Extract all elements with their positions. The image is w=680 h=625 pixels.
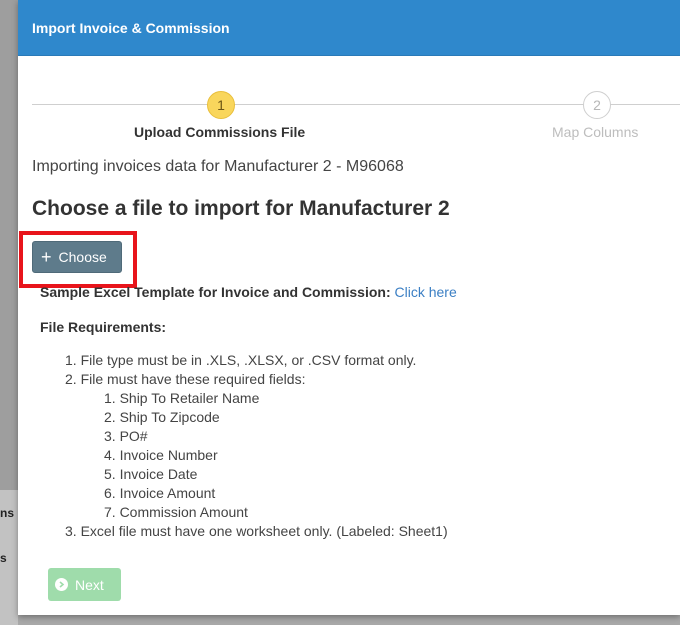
page-heading: Choose a file to import for Manufacturer… [32, 197, 450, 220]
next-button[interactable]: Next [48, 568, 121, 601]
required-field-item: 4. Invoice Number [104, 447, 218, 463]
requirement-item: 2. File must have these required fields: [65, 371, 306, 387]
step-number: 1 [207, 91, 235, 119]
modal-header: Import Invoice & Commission [18, 0, 680, 56]
choose-button-label: Choose [58, 249, 107, 265]
requirements-list: 1. File type must be in .XLS, .XLSX, or … [65, 351, 448, 541]
required-field-item: 3. PO# [104, 428, 148, 444]
sample-template-line: Sample Excel Template for Invoice and Co… [40, 284, 457, 300]
sample-template-label: Sample Excel Template for Invoice and Co… [40, 284, 391, 300]
required-field-item: 2. Ship To Zipcode [104, 409, 220, 425]
step-label-upload: Upload Commissions File [134, 124, 306, 140]
required-field-item: 6. Invoice Amount [104, 485, 216, 501]
modal-title: Import Invoice & Commission [32, 19, 230, 36]
sample-template-link[interactable]: Click here [395, 284, 457, 300]
step-number: 2 [583, 91, 611, 119]
importing-description: Importing invoices data for Manufacturer… [32, 158, 404, 175]
background-text-fragment: ns [0, 506, 15, 520]
required-field-item: 7. Commission Amount [104, 504, 248, 520]
required-field-item: 5. Invoice Date [104, 466, 198, 482]
required-field-item: 1. Ship To Retailer Name [104, 390, 260, 406]
next-button-label: Next [75, 576, 104, 593]
requirement-item: 1. File type must be in .XLS, .XLSX, or … [65, 352, 417, 368]
requirements-heading: File Requirements: [40, 319, 167, 335]
requirement-item: 3. Excel file must have one worksheet on… [65, 523, 448, 539]
import-modal: Import Invoice & Commission 1 2 Upload C… [18, 0, 680, 615]
plus-icon: + [41, 247, 52, 267]
choose-file-button[interactable]: + Choose [32, 241, 122, 273]
background-text-fragment: s [0, 551, 7, 565]
step-label-map-columns: Map Columns [552, 124, 639, 140]
chevron-right-icon [55, 578, 68, 591]
